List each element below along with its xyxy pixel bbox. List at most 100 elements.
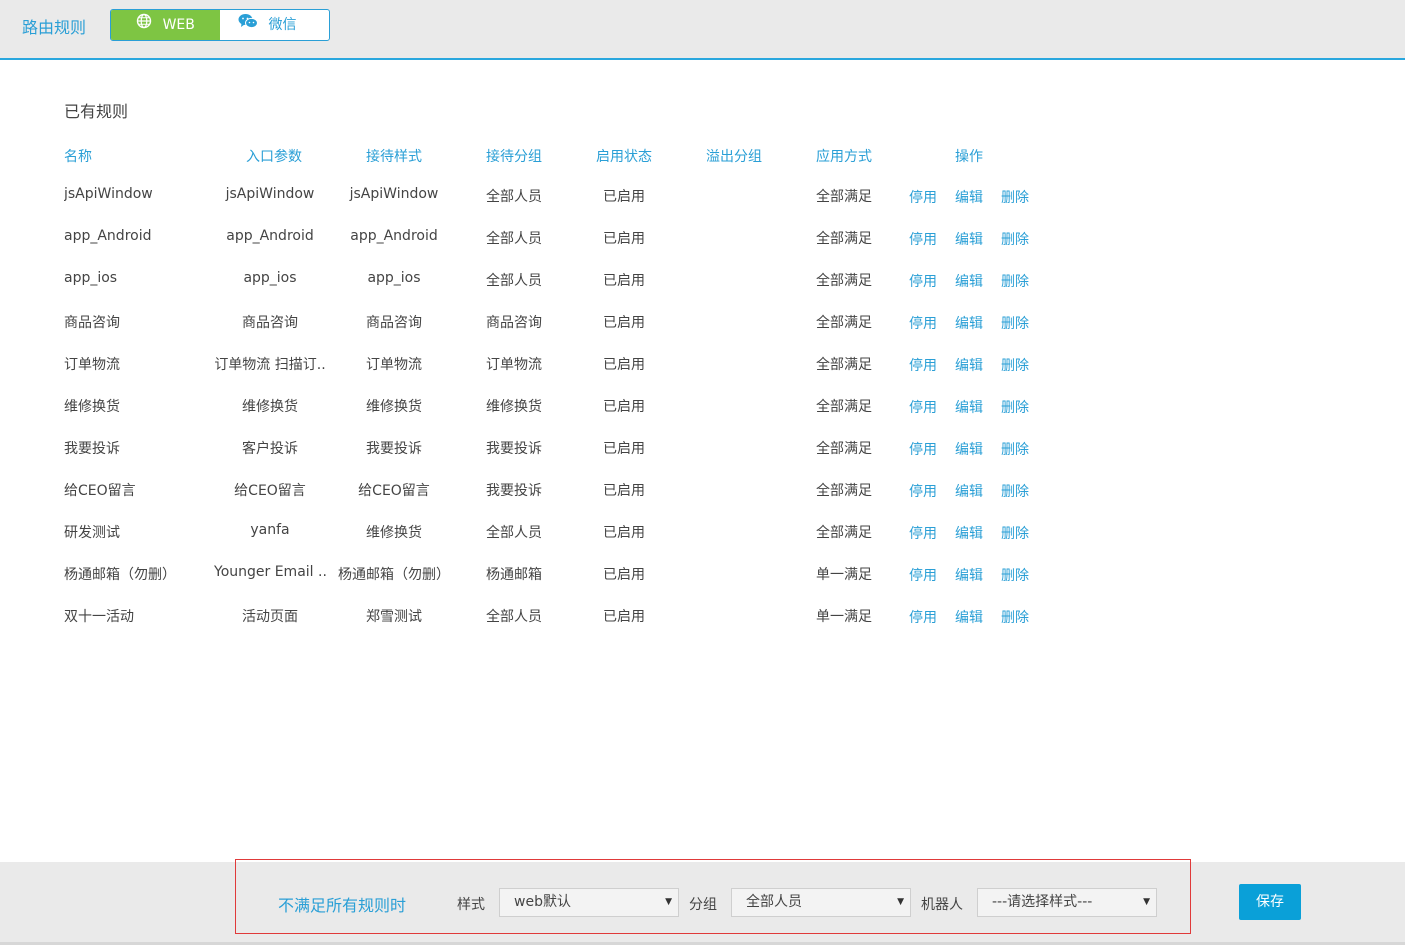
- col-header-entry: 入口参数: [246, 149, 302, 165]
- delete-link[interactable]: 删除: [1001, 523, 1029, 543]
- cell-mode: 全部满足: [816, 441, 872, 457]
- delete-link[interactable]: 删除: [1001, 565, 1029, 585]
- robot-label: 机器人: [921, 897, 963, 913]
- edit-link[interactable]: 编辑: [955, 607, 983, 627]
- cell-style: 维修换货: [366, 525, 422, 541]
- cell-name: 研发测试: [64, 525, 120, 541]
- cell-style: 给CEO留言: [358, 483, 430, 499]
- edit-link[interactable]: 编辑: [955, 565, 983, 585]
- col-header-mode: 应用方式: [816, 149, 872, 165]
- tab-web-label: WEB: [162, 17, 195, 33]
- delete-link[interactable]: 删除: [1001, 607, 1029, 627]
- chevron-down-icon: ▼: [1143, 897, 1150, 907]
- cell-mode: 全部满足: [816, 483, 872, 499]
- cell-entry: app_Android: [226, 228, 314, 244]
- col-header-style: 接待样式: [366, 149, 422, 165]
- delete-link[interactable]: 删除: [1001, 439, 1029, 459]
- cell-entry: jsApiWindow: [225, 186, 315, 202]
- style-select-value: web默认: [514, 894, 571, 910]
- group-select[interactable]: 全部人员 ▼: [731, 888, 911, 917]
- delete-link[interactable]: 删除: [1001, 313, 1029, 333]
- edit-link[interactable]: 编辑: [955, 355, 983, 375]
- cell-mode: 全部满足: [816, 231, 872, 247]
- section-title: 已有规则: [64, 102, 129, 121]
- style-select[interactable]: web默认 ▼: [499, 888, 679, 917]
- edit-link[interactable]: 编辑: [955, 187, 983, 207]
- cell-name: 商品咨询: [64, 315, 120, 331]
- robot-select[interactable]: ---请选择样式--- ▼: [977, 888, 1157, 917]
- default-rule-label: 不满足所有规则时: [278, 896, 407, 915]
- cell-entry: 商品咨询: [242, 315, 298, 331]
- cell-group: 杨通邮箱: [486, 567, 542, 583]
- cell-mode: 全部满足: [816, 315, 872, 331]
- disable-link[interactable]: 停用: [909, 355, 937, 375]
- cell-status: 已启用: [603, 315, 645, 331]
- cell-style: app_ios: [367, 270, 421, 286]
- tab-wechat[interactable]: 微信: [220, 10, 329, 40]
- col-header-group: 接待分组: [486, 149, 542, 165]
- delete-link[interactable]: 删除: [1001, 271, 1029, 291]
- edit-link[interactable]: 编辑: [955, 439, 983, 459]
- cell-mode: 全部满足: [816, 525, 872, 541]
- col-header-name: 名称: [64, 149, 92, 165]
- cell-entry: Younger Email ..: [214, 564, 326, 580]
- cell-group: 全部人员: [486, 273, 542, 289]
- cell-mode: 单一满足: [816, 609, 872, 625]
- save-button[interactable]: 保存: [1239, 884, 1301, 920]
- cell-style: 商品咨询: [366, 315, 422, 331]
- cell-group: 我要投诉: [486, 483, 542, 499]
- tab-web[interactable]: WEB: [111, 10, 220, 40]
- cell-group: 维修换货: [486, 399, 542, 415]
- edit-link[interactable]: 编辑: [955, 481, 983, 501]
- cell-entry: 活动页面: [242, 609, 298, 625]
- disable-link[interactable]: 停用: [909, 229, 937, 249]
- col-header-overflow: 溢出分组: [706, 149, 762, 165]
- cell-name: 双十一活动: [64, 609, 134, 625]
- disable-link[interactable]: 停用: [909, 607, 937, 627]
- disable-link[interactable]: 停用: [909, 565, 937, 585]
- edit-link[interactable]: 编辑: [955, 397, 983, 417]
- chevron-down-icon: ▼: [665, 897, 672, 907]
- disable-link[interactable]: 停用: [909, 481, 937, 501]
- disable-link[interactable]: 停用: [909, 313, 937, 333]
- cell-group: 全部人员: [486, 189, 542, 205]
- cell-entry: yanfa: [250, 522, 290, 538]
- cell-style: app_Android: [350, 228, 438, 244]
- col-header-status: 启用状态: [596, 149, 652, 165]
- cell-group: 商品咨询: [486, 315, 542, 331]
- disable-link[interactable]: 停用: [909, 439, 937, 459]
- cell-status: 已启用: [603, 357, 645, 373]
- disable-link[interactable]: 停用: [909, 187, 937, 207]
- group-select-value: 全部人员: [746, 894, 802, 910]
- cell-status: 已启用: [603, 273, 645, 289]
- cell-mode: 全部满足: [816, 189, 872, 205]
- disable-link[interactable]: 停用: [909, 523, 937, 543]
- disable-link[interactable]: 停用: [909, 397, 937, 417]
- edit-link[interactable]: 编辑: [955, 523, 983, 543]
- cell-style: jsApiWindow: [349, 186, 439, 202]
- cell-mode: 全部满足: [816, 357, 872, 373]
- cell-mode: 单一满足: [816, 567, 872, 583]
- cell-group: 全部人员: [486, 525, 542, 541]
- cell-entry: 维修换货: [242, 399, 298, 415]
- cell-name: 给CEO留言: [64, 483, 136, 499]
- default-rule-bar: 不满足所有规则时 样式 web默认 ▼ 分组 全部人员 ▼ 机器人 ---请选择…: [0, 859, 1405, 942]
- delete-link[interactable]: 删除: [1001, 397, 1029, 417]
- edit-link[interactable]: 编辑: [955, 313, 983, 333]
- cell-entry: 订单物流 扫描订..: [214, 357, 326, 373]
- delete-link[interactable]: 删除: [1001, 187, 1029, 207]
- cell-mode: 全部满足: [816, 273, 872, 289]
- edit-link[interactable]: 编辑: [955, 271, 983, 291]
- delete-link[interactable]: 删除: [1001, 229, 1029, 249]
- tab-wechat-label: 微信: [268, 17, 297, 33]
- cell-name: 订单物流: [64, 357, 120, 373]
- disable-link[interactable]: 停用: [909, 271, 937, 291]
- cell-group: 我要投诉: [486, 441, 542, 457]
- cell-name: 我要投诉: [64, 441, 120, 457]
- delete-link[interactable]: 删除: [1001, 355, 1029, 375]
- delete-link[interactable]: 删除: [1001, 481, 1029, 501]
- cell-name: 杨通邮箱（勿删）: [64, 567, 176, 583]
- edit-link[interactable]: 编辑: [955, 229, 983, 249]
- cell-mode: 全部满足: [816, 399, 872, 415]
- cell-style: 杨通邮箱（勿删）: [338, 567, 450, 583]
